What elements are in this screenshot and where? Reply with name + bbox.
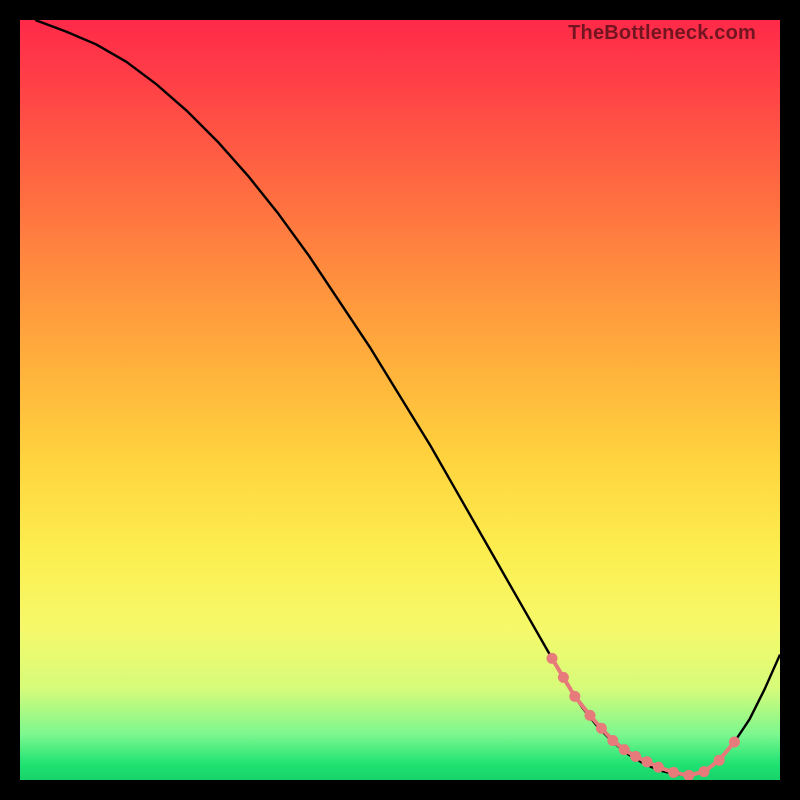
valley-marker [585, 710, 596, 721]
chart-frame: TheBottleneck.com [0, 0, 800, 800]
valley-marker [607, 735, 618, 746]
valley-marker [653, 762, 664, 773]
valley-marker [630, 751, 641, 762]
valley-marker [642, 756, 653, 767]
valley-marker [729, 737, 740, 748]
chart-svg [20, 20, 780, 780]
valley-marker [558, 672, 569, 683]
valley-marker [668, 767, 679, 778]
valley-marker [619, 744, 630, 755]
main-curve [35, 20, 780, 775]
valley-marker [596, 723, 607, 734]
valley-marker [569, 691, 580, 702]
plot-area: TheBottleneck.com [20, 20, 780, 780]
valley-markers [547, 653, 740, 780]
valley-marker [547, 653, 558, 664]
valley-marker [714, 755, 725, 766]
valley-marker [683, 770, 694, 780]
valley-marker [699, 766, 710, 777]
